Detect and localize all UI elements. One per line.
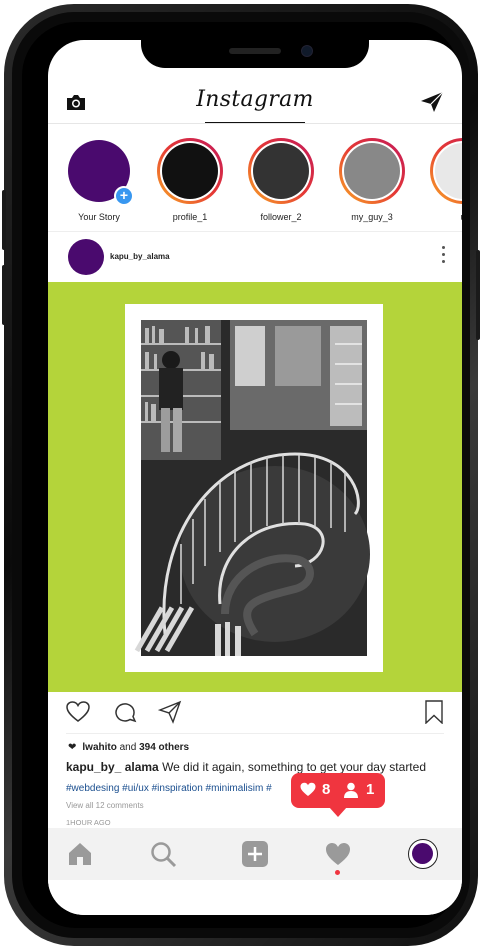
like-heart-icon[interactable] [66,700,90,724]
activity-notification[interactable]: 8 1 [291,773,385,817]
app-logo: Instagram [196,87,314,112]
likes-others[interactable]: 394 others [139,742,189,753]
post-header: kapu_by_alama [48,236,462,280]
add-post-icon[interactable] [241,840,269,868]
story-follower-2[interactable]: follower_2 [241,138,321,222]
volume-button [2,190,6,250]
story-name: my_guy_3 [351,212,393,222]
comment-icon[interactable] [113,700,137,724]
volume-button [2,265,6,325]
stories-bar: + Your Story profile_1 follower_2 my_guy… [48,130,462,230]
divider [48,231,462,232]
story-avatar [253,143,309,199]
staircase-photo [134,320,370,656]
bookmark-icon[interactable] [422,700,446,724]
activity-heart-icon[interactable] [324,840,352,868]
post-caption: kapu_by_ alama We did it again, somethin… [66,760,426,774]
user-icon [344,782,358,798]
add-story-icon[interactable]: + [114,186,134,206]
story-name: profile_1 [172,212,208,222]
hashtags[interactable]: #webdesing #ui/ux #inspiration #minimali… [66,783,272,794]
likes-and: and [119,742,137,753]
liked-by-user[interactable]: lwahito [82,742,116,753]
view-comments-link[interactable]: View all 12 comments [66,801,144,810]
share-icon[interactable] [158,700,182,724]
power-button [476,250,480,340]
notch [141,40,369,68]
story-your-story[interactable]: + Your Story [59,138,139,222]
likes-count: 8 [322,781,331,798]
search-icon[interactable] [149,840,177,868]
paper-plane-icon[interactable] [420,91,444,113]
more-options-icon[interactable] [440,246,446,268]
post-photo [125,304,383,672]
likes-summary[interactable]: ❤ lwahito and 394 others [68,742,189,753]
front-camera [301,45,313,57]
heart-icon [300,782,316,796]
speaker [229,48,281,54]
post-actions [48,700,462,730]
app-header: Instagram [48,85,462,124]
story-name: follower_2 [260,212,302,222]
story-name: Your Story [78,212,120,222]
post-username[interactable]: kapu_by_alama [110,252,170,261]
profile-avatar-image [412,843,433,864]
bottom-nav [48,828,462,880]
heart-icon: ❤ [68,742,77,753]
post-image[interactable] [48,282,462,692]
story-my-guy-3[interactable]: my_guy_3 [332,138,412,222]
caption-text: We did it again, something to get your d… [162,760,426,774]
story-avatar [344,143,400,199]
caption-user[interactable]: kapu_by_ alama [66,760,159,774]
post-timestamp: 1HOUR AGO [66,818,111,827]
followers-count: 1 [366,781,375,798]
home-indicator-area [48,880,462,915]
story-avatar [162,143,218,199]
divider [48,123,462,124]
post-avatar[interactable] [68,239,104,275]
profile-avatar[interactable] [408,839,438,869]
activity-indicator-dot [335,870,340,875]
app-screen: Instagram + Your Story profile_1 followe… [48,40,462,915]
story-partial[interactable]: u [423,138,462,222]
story-profile-1[interactable]: profile_1 [150,138,230,222]
home-icon[interactable] [66,840,94,868]
divider [66,733,444,734]
story-name: u [423,212,462,222]
